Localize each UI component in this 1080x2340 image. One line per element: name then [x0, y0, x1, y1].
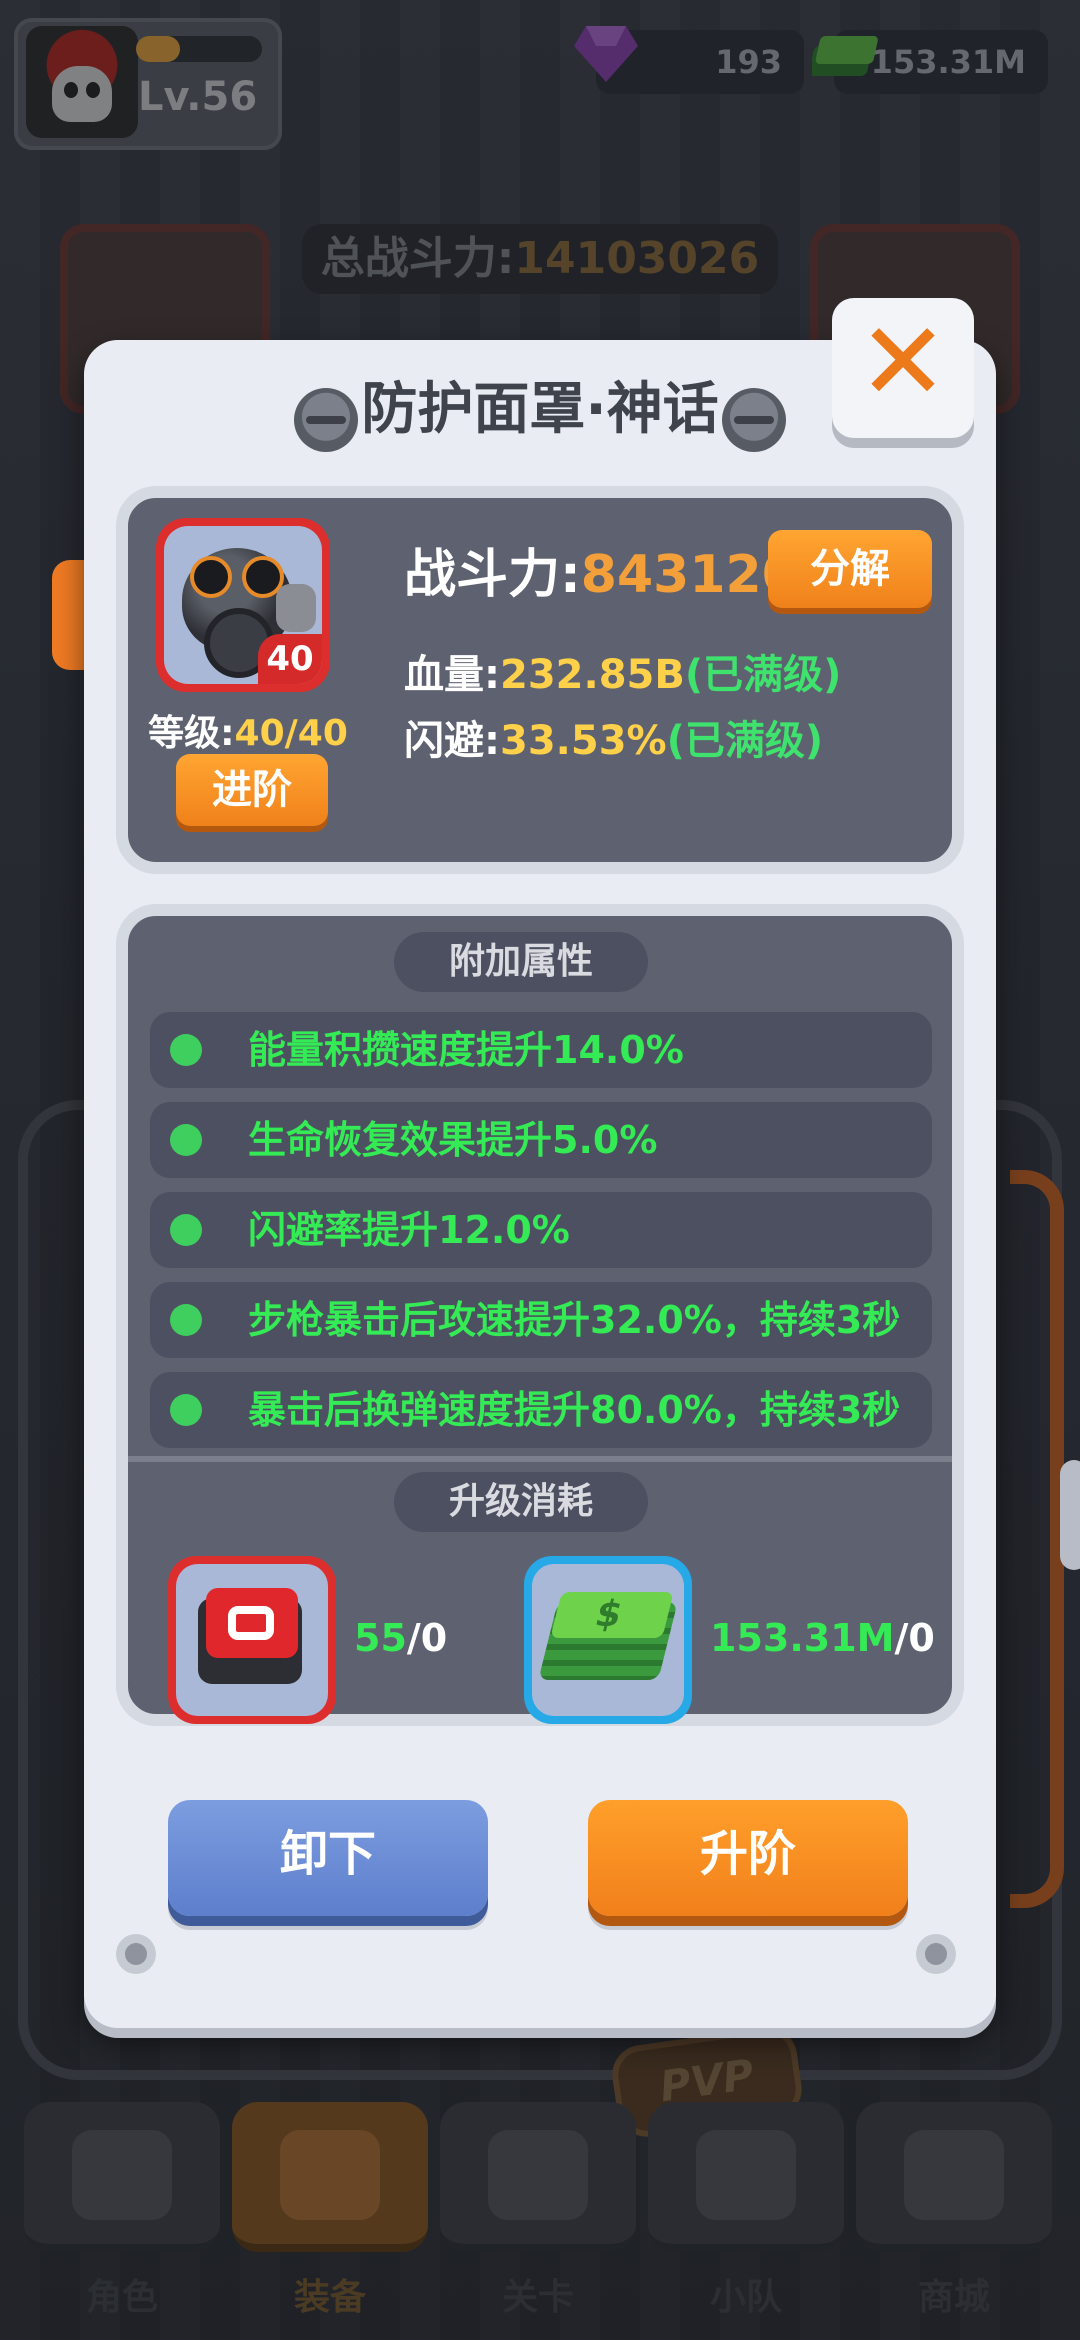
extra-attributes-title: 附加属性	[394, 932, 648, 992]
unequip-button[interactable]: 卸下	[168, 1800, 488, 1916]
chip-cost-item[interactable]	[168, 1556, 336, 1724]
item-icon-frame[interactable]: 40	[156, 518, 330, 692]
modal-clip	[1060, 1460, 1080, 1570]
cash-bill	[550, 1592, 674, 1638]
bolt-icon	[722, 388, 786, 452]
mask-side	[276, 584, 316, 632]
attribute-text: 闪避率提升12.0%	[248, 1208, 570, 1252]
bullet-dot-icon	[170, 1304, 202, 1336]
stat-label: 闪避:	[404, 718, 500, 764]
item-power-value: 843120	[580, 545, 798, 605]
bullet-dot-icon	[170, 1394, 202, 1426]
chip-need: /0	[406, 1616, 448, 1660]
list-item: 步枪暴击后攻速提升32.0%，持续3秒	[150, 1282, 932, 1358]
item-grade: 等级:40/40	[132, 704, 364, 756]
stat-dodge: 闪避:33.53%(已满级)	[404, 708, 823, 766]
cash-cost-item[interactable]	[524, 1556, 692, 1724]
bullet-dot-icon	[170, 1034, 202, 1066]
cash-icon	[532, 1564, 684, 1716]
decompose-button[interactable]: 分解	[768, 530, 932, 608]
chip-icon	[176, 1564, 328, 1716]
chip-top	[206, 1588, 298, 1658]
upgrade-button[interactable]: 升阶	[588, 1800, 908, 1916]
attribute-text: 暴击后换弹速度提升80.0%，持续3秒	[248, 1388, 901, 1432]
list-item: 闪避率提升12.0%	[150, 1192, 932, 1268]
item-power-label: 战斗力:	[404, 545, 581, 605]
attribute-text: 能量积攒速度提升14.0%	[248, 1028, 684, 1072]
modal-title: 防护面罩·神话	[361, 377, 719, 442]
chip-cost-amount: 55/0	[354, 1616, 447, 1660]
attribute-text: 生命恢复效果提升5.0%	[248, 1118, 658, 1162]
gas-mask-icon: 40	[164, 526, 322, 684]
list-item: 生命恢复效果提升5.0%	[150, 1102, 932, 1178]
close-button[interactable]: ✕	[832, 298, 974, 438]
cash-cost-amount: 153.31M/0	[710, 1616, 935, 1660]
equipment-detail-modal: 防护面罩·神话 40 等级:40/40 进阶 战斗力:843120 分解 血量:…	[84, 340, 1080, 2028]
stat-label: 血量:	[404, 652, 500, 698]
stat-hp: 血量:232.85B(已满级)	[404, 642, 841, 700]
grade-label: 等级:	[148, 713, 235, 754]
close-x-icon: ✕	[857, 300, 949, 425]
item-power: 战斗力:843120	[404, 532, 798, 607]
bolt-icon	[294, 388, 358, 452]
cash-have: 153.31M	[710, 1616, 895, 1660]
bullet-dot-icon	[170, 1214, 202, 1246]
stat-value: 33.53%	[500, 718, 667, 764]
list-item: 暴击后换弹速度提升80.0%，持续3秒	[150, 1372, 932, 1448]
screw-icon	[916, 1934, 956, 1974]
advance-button[interactable]: 进阶	[176, 754, 328, 826]
attributes-panel: 附加属性 能量积攒速度提升14.0% 生命恢复效果提升5.0% 闪避率提升12.…	[116, 904, 964, 1726]
grade-value: 40/40	[234, 713, 348, 754]
cash-need: /0	[894, 1616, 935, 1660]
item-level-badge: 40	[258, 634, 322, 684]
chip-have: 55	[354, 1616, 407, 1660]
stat-value: 232.85B	[500, 652, 685, 698]
stat-note: (已满级)	[666, 718, 824, 764]
list-item: 能量积攒速度提升14.0%	[150, 1012, 932, 1088]
stat-note: (已满级)	[684, 652, 842, 698]
section-divider	[128, 1456, 952, 1462]
screw-icon	[116, 1934, 156, 1974]
mask-eye	[190, 556, 232, 598]
upgrade-cost-title: 升级消耗	[394, 1472, 648, 1532]
item-info-panel: 40 等级:40/40 进阶 战斗力:843120 分解 血量:232.85B(…	[116, 486, 964, 874]
bullet-dot-icon	[170, 1124, 202, 1156]
attribute-text: 步枪暴击后攻速提升32.0%，持续3秒	[248, 1298, 901, 1342]
